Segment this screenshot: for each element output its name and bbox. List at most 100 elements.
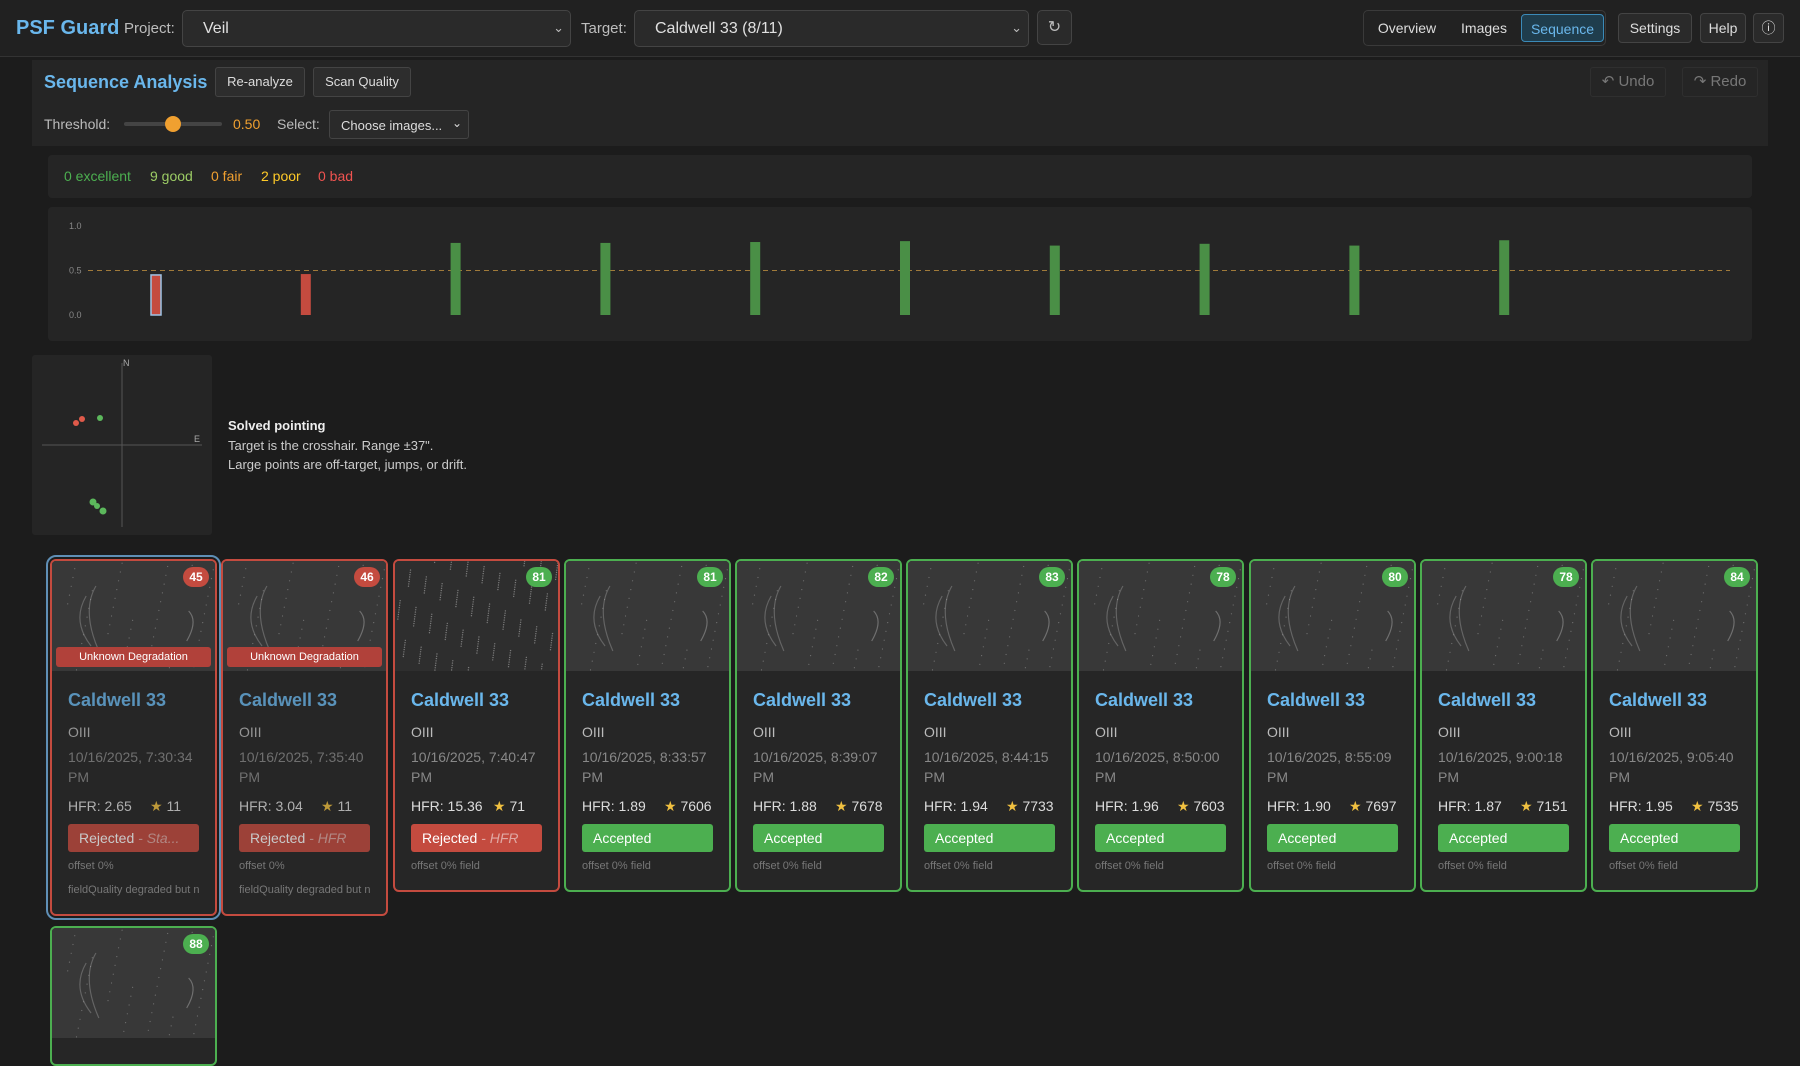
- app-brand: PSF Guard: [16, 17, 120, 39]
- status-badge[interactable]: Accepted: [582, 824, 713, 852]
- card-title: Caldwell 33: [239, 690, 338, 710]
- threshold-slider-thumb[interactable]: [165, 116, 181, 132]
- count-bad: 0 bad: [318, 168, 354, 184]
- select-images-value: Choose images...: [341, 118, 443, 133]
- star-icon: ★: [835, 798, 848, 814]
- top-bar: PSF Guard Project: Veil ⌄ Target: Caldwe…: [0, 0, 1800, 57]
- card-offset: offset 0% field: [1095, 860, 1164, 872]
- image-card[interactable]: 81 Caldwell 33 OIII 10/16/2025, 7:40:47 PM H…: [393, 559, 560, 892]
- info-icon: ⓘ: [1761, 20, 1776, 36]
- status-label: Rejected: [79, 830, 135, 846]
- status-badge[interactable]: Accepted: [924, 824, 1055, 852]
- status-badge[interactable]: Accepted: [1267, 824, 1398, 852]
- card-hfr: HFR: 1.87: [1438, 798, 1502, 814]
- card-offset: offset 0% field: [753, 860, 822, 872]
- pointing-point: [73, 420, 79, 426]
- reanalyze-button[interactable]: Re-analyze: [215, 67, 305, 97]
- image-card[interactable]: 46 Unknown Degradation Caldwell 33 OIII 10/1…: [221, 559, 388, 916]
- card-date: 10/16/2025, 7:40:47 PM: [411, 749, 536, 785]
- status-badge[interactable]: Rejected - HFR: [239, 824, 370, 852]
- pointing-line-1: Target is the crosshair. Range ±37".: [228, 438, 434, 453]
- redo-label: Redo: [1710, 73, 1747, 90]
- score-badge: 84: [1724, 567, 1750, 587]
- card-filter: OIII: [239, 724, 262, 740]
- score-badge: 45: [183, 567, 209, 587]
- tab-sequence[interactable]: Sequence: [1521, 14, 1604, 42]
- settings-button[interactable]: Settings: [1618, 13, 1692, 43]
- info-button[interactable]: ⓘ: [1753, 13, 1784, 43]
- image-card[interactable]: 45 Unknown Degradation Caldwell 33 OIII 10/1…: [46, 555, 221, 920]
- status-reason: - Sta...: [134, 830, 180, 846]
- status-badge[interactable]: Accepted: [1609, 824, 1740, 852]
- scan-quality-button[interactable]: Scan Quality: [313, 67, 411, 97]
- undo-icon: ↶: [1601, 73, 1615, 90]
- card-star-count: 11: [337, 798, 352, 814]
- status-badge[interactable]: Rejected - Sta...: [68, 824, 199, 852]
- pointing-line-2: Large points are off-target, jumps, or d…: [228, 457, 467, 472]
- image-card[interactable]: 80 Caldwell 33 OIII 10/16/2025, 8:55:09 PM H…: [1249, 559, 1416, 892]
- card-date: 10/16/2025, 7:35:40 PM: [239, 749, 364, 785]
- card-filter: OIII: [1095, 724, 1118, 740]
- status-label: Accepted: [764, 830, 823, 846]
- star-icon: ★: [1177, 798, 1190, 814]
- refresh-button[interactable]: ↻: [1037, 10, 1072, 45]
- card-offset: offset 0% field: [1609, 860, 1678, 872]
- chart-bar: [1199, 243, 1210, 315]
- star-icon: ★: [1520, 798, 1533, 814]
- pointing-plot-svg: N E: [42, 358, 202, 527]
- redo-button[interactable]: ↷ Redo: [1682, 67, 1758, 97]
- status-label: Accepted: [1620, 830, 1679, 846]
- card-title: Caldwell 33: [1267, 690, 1366, 710]
- pointing-point: [99, 507, 107, 515]
- undo-button[interactable]: ↶ Undo: [1590, 67, 1666, 97]
- chevron-down-icon: ⌄: [451, 116, 462, 130]
- status-badge[interactable]: Accepted: [753, 824, 884, 852]
- card-title: Caldwell 33: [924, 690, 1023, 710]
- image-card[interactable]: 78 Caldwell 33 OIII 10/16/2025, 8:50:00 PM H…: [1077, 559, 1244, 892]
- chart-bar: [600, 242, 611, 315]
- score-badge: 81: [526, 567, 552, 587]
- card-hfr: HFR: 15.36: [411, 798, 483, 814]
- card-filter: OIII: [1438, 724, 1461, 740]
- tab-images[interactable]: Images: [1452, 14, 1516, 42]
- pointing-point: [97, 415, 103, 421]
- card-hfr: HFR: 1.90: [1267, 798, 1331, 814]
- card-star-count: 7603: [1193, 798, 1225, 814]
- pointing-point: [79, 416, 85, 422]
- card-offset: offset 0% field: [1438, 860, 1507, 872]
- help-button[interactable]: Help: [1700, 13, 1746, 43]
- card-title: Caldwell 33: [582, 690, 681, 710]
- card-hfr: HFR: 1.89: [582, 798, 646, 814]
- redo-icon: ↷: [1693, 73, 1707, 90]
- quality-chart: 1.0 0.5 0.0: [48, 207, 1752, 341]
- target-select[interactable]: Caldwell 33 (8/11) ⌄: [634, 10, 1029, 47]
- status-label: Accepted: [1278, 830, 1337, 846]
- status-badge[interactable]: Rejected - HFR: [411, 824, 542, 852]
- card-stars: ★ 7697: [1349, 798, 1397, 815]
- score-badge: 81: [697, 567, 723, 587]
- select-images-dropdown[interactable]: Choose images... ⌄: [329, 110, 469, 139]
- image-card[interactable]: 82 Caldwell 33 OIII 10/16/2025, 8:39:07 PM H…: [735, 559, 902, 892]
- card-date: 10/16/2025, 8:33:57 PM: [582, 749, 707, 785]
- image-card[interactable]: 83 Caldwell 33 OIII 10/16/2025, 8:44:15 PM H…: [906, 559, 1073, 892]
- status-badge[interactable]: Accepted: [1095, 824, 1226, 852]
- card-offset: offset 0% field: [924, 860, 993, 872]
- east-label: E: [194, 434, 200, 444]
- tab-overview[interactable]: Overview: [1368, 14, 1446, 42]
- image-card[interactable]: 84 Caldwell 33 OIII 10/16/2025, 9:05:40 PM H…: [1591, 559, 1758, 892]
- star-icon: ★: [150, 798, 163, 814]
- card-stars: ★ 71: [493, 798, 525, 815]
- card-title: Caldwell 33: [1095, 690, 1194, 710]
- chart-bar: [1349, 245, 1360, 315]
- image-card[interactable]: 88: [50, 926, 217, 1066]
- image-card[interactable]: 78 Caldwell 33 OIII 10/16/2025, 9:00:18 PM H…: [1420, 559, 1587, 892]
- star-icon: ★: [1349, 798, 1362, 814]
- star-icon: ★: [493, 798, 506, 814]
- card-stars: ★ 7733: [1006, 798, 1054, 815]
- status-badge[interactable]: Accepted: [1438, 824, 1569, 852]
- chevron-down-icon: ⌄: [1011, 20, 1022, 35]
- chart-bar: [1499, 240, 1510, 315]
- project-select[interactable]: Veil ⌄: [182, 10, 571, 47]
- image-card[interactable]: 81 Caldwell 33 OIII 10/16/2025, 8:33:57 PM H…: [564, 559, 731, 892]
- undo-label: Undo: [1618, 73, 1655, 90]
